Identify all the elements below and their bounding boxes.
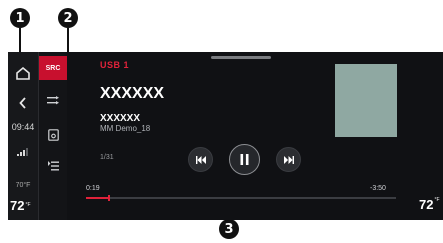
callout-2-leader (67, 28, 69, 54)
callout-2: 2 (58, 8, 78, 28)
signal-indicator (8, 144, 38, 158)
track-counter: 1/31 (100, 154, 114, 161)
album-art-icon (47, 129, 59, 141)
back-button[interactable] (8, 92, 38, 114)
callout-3: 3 (219, 219, 239, 239)
play-pause-button[interactable] (229, 144, 260, 175)
remaining-time: -3:50 (370, 185, 386, 192)
progress-knob[interactable] (107, 195, 110, 201)
home-icon (16, 66, 30, 80)
passenger-temp-unit: °F (434, 197, 440, 203)
album-name: MM Demo_18 (100, 124, 151, 133)
drag-handle[interactable] (211, 56, 271, 59)
driver-temp-value: 72 (10, 197, 25, 213)
track-title: XXXXXX (100, 85, 165, 102)
passenger-temperature[interactable]: 72 °F (419, 197, 440, 212)
infotainment-screen: 09:44 70°F 72 °F SRC USB 1 XXXXXX XXXXXX… (8, 52, 443, 220)
artist-name: XXXXXX (100, 113, 141, 124)
album-view-button[interactable] (39, 127, 67, 143)
next-track-button[interactable] (276, 147, 301, 172)
callout-1-leader (19, 28, 21, 54)
elapsed-time: 0:19 (86, 185, 100, 192)
pause-icon (240, 154, 249, 165)
browse-button[interactable] (39, 92, 67, 108)
system-bar: 09:44 70°F 72 °F (8, 52, 39, 220)
passenger-temp-value: 72 (419, 197, 434, 212)
skip-next-icon (283, 155, 294, 164)
previous-track-button[interactable] (188, 147, 213, 172)
callout-1: 1 (10, 8, 30, 28)
chevron-left-icon (19, 97, 26, 109)
driver-temperature[interactable]: 72 °F (8, 196, 38, 214)
home-button[interactable] (8, 60, 38, 86)
media-side-nav: SRC (39, 52, 67, 220)
driver-temp-unit: °F (25, 202, 31, 208)
playlist-button[interactable] (39, 158, 67, 174)
signal-bars-icon (17, 147, 28, 156)
browse-icon (47, 95, 59, 104)
progress-bar[interactable] (86, 195, 396, 201)
list-icon (47, 161, 59, 171)
source-button[interactable]: SRC (39, 56, 67, 80)
outside-temperature: 70°F (15, 181, 31, 189)
skip-previous-icon (195, 155, 206, 164)
clock: 09:44 (11, 122, 35, 132)
source-title: USB 1 (100, 60, 130, 70)
album-cover[interactable] (335, 64, 397, 137)
progress-fill (86, 197, 108, 199)
